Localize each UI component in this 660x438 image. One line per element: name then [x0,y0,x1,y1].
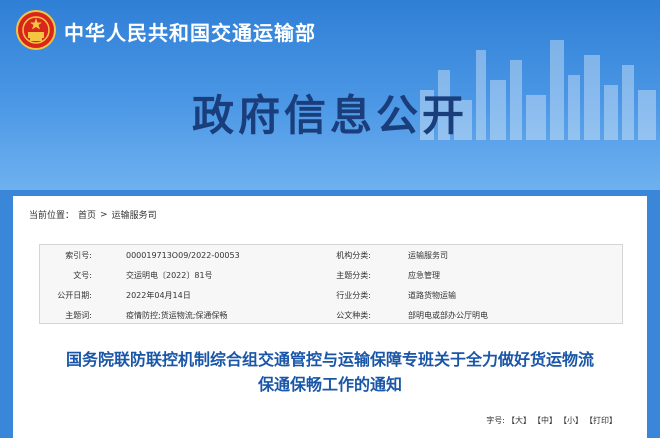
industry-category-value: 道路货物运输 [408,290,456,300]
document-title: 国务院联防联控机制综合组交通管控与运输保障专班关于全力做好货运物流 保通保畅工作… [13,347,647,397]
breadcrumb-prefix: 当前位置： [29,211,75,221]
font-size-label: 字号: [486,416,505,425]
industry-category-label: 行业分类: [336,290,371,300]
banner-title: 政府信息公开 [191,91,468,140]
font-size-medium-button[interactable]: 【中】 [533,415,557,426]
subject-category-label: 主题分类: [336,270,371,280]
index-number-value: 000019713O09/2022-00053 [126,250,240,260]
breadcrumb: 当前位置： 首页 > 运输服务司 [29,208,157,222]
national-emblem-icon [16,10,56,50]
font-size-controls: 字号: 【大】 【中】 【小】 【打印】 [486,415,617,426]
metadata-row: 公开日期: 2022年04月14日 行业分类: 道路货物运输 [40,285,622,305]
publish-date-value: 2022年04月14日 [126,290,191,300]
font-size-small-button[interactable]: 【小】 [559,415,583,426]
publish-date-label: 公开日期: [57,290,92,300]
keywords-value: 疫情防控;货运物流;保通保畅 [126,310,228,320]
print-button[interactable]: 【打印】 [585,415,617,426]
index-number-label: 索引号: [65,250,92,260]
document-number-label: 文号: [73,270,92,280]
metadata-row: 主题词: 疫情防控;货运物流;保通保畅 公文种类: 部明电或部办公厅明电 [40,305,622,325]
document-type-label: 公文种类: [336,310,371,320]
content-panel: 当前位置： 首页 > 运输服务司 索引号: 000019713O09/2022-… [13,196,647,438]
subject-category-value: 应急管理 [408,270,440,280]
breadcrumb-separator: > [100,209,108,220]
document-title-line-2: 保通保畅工作的通知 [257,375,402,394]
breadcrumb-home-link[interactable]: 首页 [78,208,96,221]
metadata-row: 文号: 交运明电〔2022〕81号 主题分类: 应急管理 [40,265,622,285]
organization-category-label: 机构分类: [336,250,371,260]
font-size-large-button[interactable]: 【大】 [507,415,531,426]
document-metadata-table: 索引号: 000019713O09/2022-00053 机构分类: 运输服务司… [39,244,623,324]
document-type-value: 部明电或部办公厅明电 [408,310,488,320]
document-title-line-1: 国务院联防联控机制综合组交通管控与运输保障专班关于全力做好货运物流 [65,350,594,369]
metadata-row: 索引号: 000019713O09/2022-00053 机构分类: 运输服务司 [40,245,622,265]
document-number-value: 交运明电〔2022〕81号 [126,270,213,280]
organization-category-value: 运输服务司 [408,250,448,260]
ministry-name[interactable]: 中华人民共和国交通运输部 [64,17,316,46]
keywords-label: 主题词: [65,310,92,320]
breadcrumb-department-link[interactable]: 运输服务司 [112,208,157,221]
header-banner: 中华人民共和国交通运输部 政府信息公开 [0,0,660,190]
